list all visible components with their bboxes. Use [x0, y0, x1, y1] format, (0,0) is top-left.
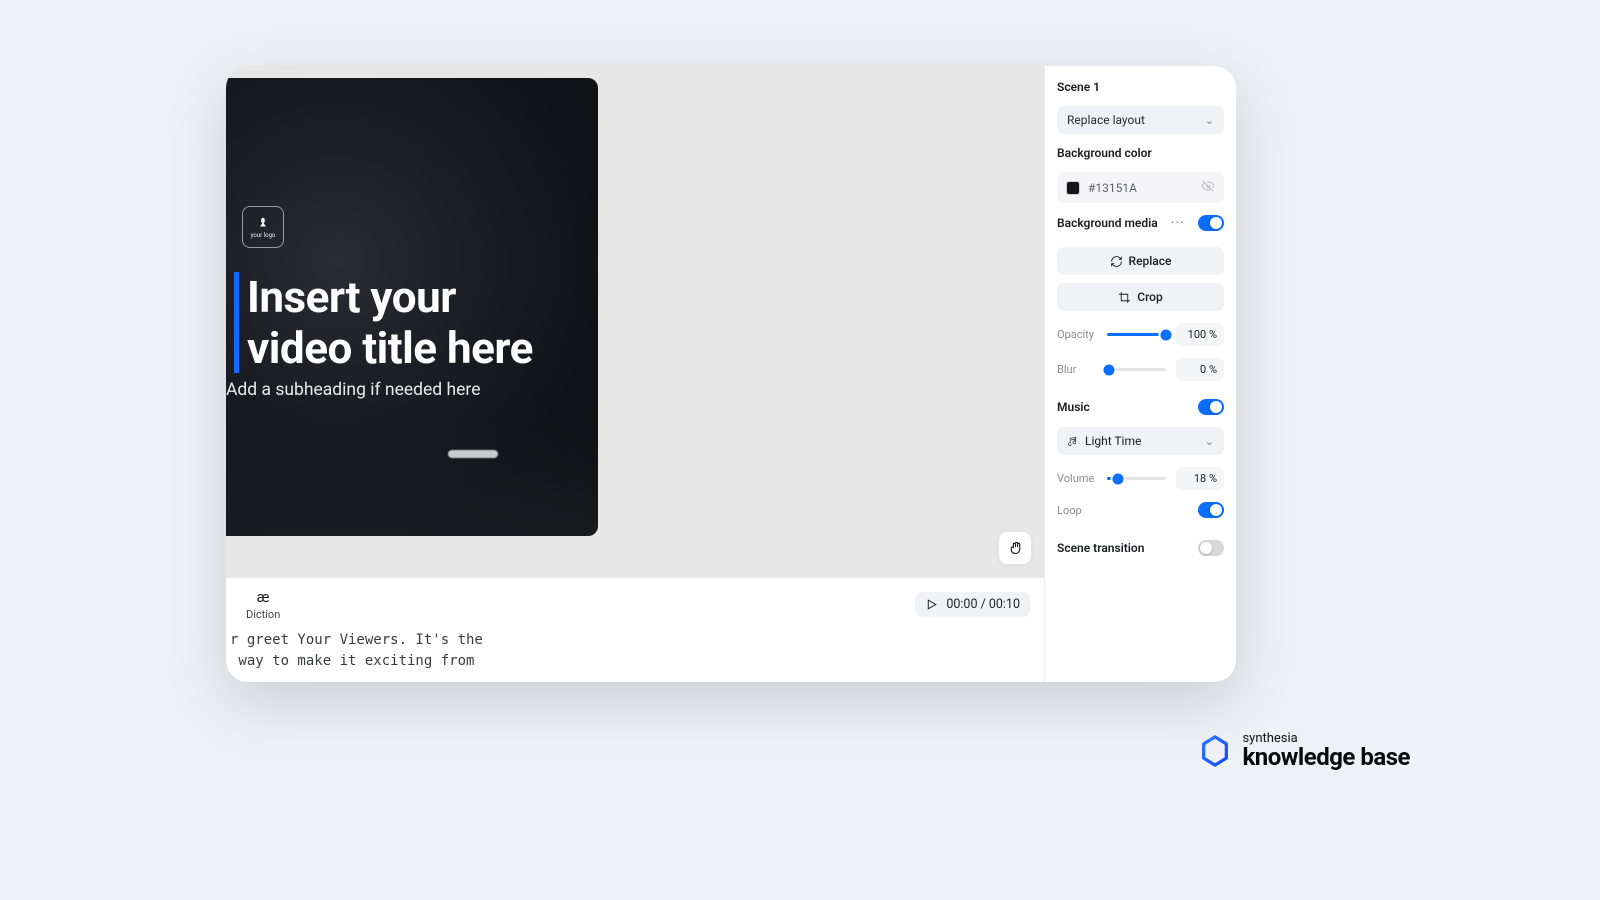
opacity-label: Opacity [1057, 328, 1097, 341]
logo-label: your logo [251, 232, 276, 239]
replace-icon [1110, 255, 1123, 268]
replace-button[interactable]: Replace [1057, 247, 1224, 275]
chevron-down-icon: ⌄ [1205, 114, 1214, 127]
opacity-value-box[interactable]: 100 % [1176, 323, 1224, 346]
opacity-slider[interactable] [1107, 333, 1166, 336]
music-note-icon [1067, 436, 1078, 447]
blur-slider[interactable] [1107, 368, 1166, 371]
script-toolbar: æ Diction 00:00 / 00:10 [226, 586, 1044, 622]
bg-media-actions: Replace Crop [1057, 247, 1224, 311]
canvas-column: your logo Insert your video title here A… [226, 66, 1044, 682]
music-track-name: Light Time [1085, 434, 1141, 448]
loop-label: Loop [1057, 504, 1082, 517]
bg-media-toggle[interactable] [1198, 215, 1224, 231]
music-header: Music [1057, 399, 1224, 415]
crop-label: Crop [1137, 290, 1162, 304]
diction-button[interactable]: æ Diction [240, 586, 286, 623]
replace-layout-select[interactable]: Replace layout ⌄ [1057, 106, 1224, 134]
hand-icon [1007, 540, 1024, 557]
transition-toggle[interactable] [1198, 540, 1224, 556]
logo-placeholder[interactable]: your logo [242, 206, 284, 248]
play-control[interactable]: 00:00 / 00:10 [915, 592, 1030, 617]
music-track-select[interactable]: Light Time ⌄ [1057, 427, 1224, 455]
chevron-down-icon: ⌄ [1205, 435, 1214, 448]
crop-icon [1118, 291, 1131, 304]
diction-label: Diction [246, 608, 280, 621]
bg-media-label: Background media [1057, 216, 1158, 230]
bg-media-header: Background media ··· [1057, 215, 1224, 231]
opacity-row: Opacity 100 % [1057, 323, 1224, 346]
play-timecode: 00:00 / 00:10 [946, 597, 1020, 612]
video-subtitle[interactable]: Add a subheading if needed here [226, 380, 481, 400]
loop-toggle[interactable] [1198, 502, 1224, 518]
video-title-line2: video title here [247, 322, 533, 374]
volume-slider[interactable] [1107, 477, 1166, 480]
music-label: Music [1057, 400, 1090, 414]
scene-title: Scene 1 [1057, 80, 1224, 94]
app-window: your logo Insert your video title here A… [226, 66, 1236, 682]
bg-color-label: Background color [1057, 146, 1224, 160]
play-icon [925, 598, 938, 611]
video-title-block[interactable]: Insert your video title here [234, 272, 533, 373]
transition-row: Scene transition [1057, 540, 1224, 556]
bg-color-field[interactable]: #13151A [1057, 172, 1224, 203]
stage-decoration [448, 450, 498, 458]
video-canvas[interactable]: your logo Insert your video title here A… [226, 78, 598, 536]
transition-label: Scene transition [1057, 541, 1144, 555]
volume-row: Volume 18 % [1057, 467, 1224, 490]
crop-button[interactable]: Crop [1057, 283, 1224, 311]
blur-row: Blur 0 % [1057, 358, 1224, 381]
stage-area: your logo Insert your video title here A… [226, 66, 1044, 577]
brand-hex-icon [1198, 734, 1232, 768]
logo-icon [256, 216, 270, 230]
music-toggle[interactable] [1198, 399, 1224, 415]
inspector-panel: Scene 1 Replace layout ⌄ Background colo… [1044, 66, 1236, 682]
bg-color-value: #13151A [1088, 181, 1137, 195]
diction-icon: æ [257, 588, 270, 606]
volume-value-box[interactable]: 18 % [1176, 467, 1224, 490]
footer-brand: synthesia knowledge base [1198, 732, 1410, 770]
visibility-off-icon[interactable] [1201, 179, 1215, 196]
replace-label: Replace [1129, 254, 1172, 268]
video-title-line1: Insert your [247, 271, 456, 323]
more-icon[interactable]: ··· [1171, 215, 1185, 231]
replace-layout-label: Replace layout [1067, 113, 1145, 127]
color-swatch [1066, 181, 1080, 195]
volume-label: Volume [1057, 472, 1097, 485]
script-panel: æ Diction 00:00 / 00:10 r greet Your Vie… [226, 577, 1044, 682]
brand-big: knowledge base [1242, 745, 1410, 770]
pan-tool-button[interactable] [998, 531, 1032, 565]
blur-value-box[interactable]: 0 % [1176, 358, 1224, 381]
blur-label: Blur [1057, 363, 1097, 376]
loop-row: Loop [1057, 502, 1224, 518]
script-text[interactable]: r greet Your Viewers. It's the way to ma… [226, 622, 1044, 672]
